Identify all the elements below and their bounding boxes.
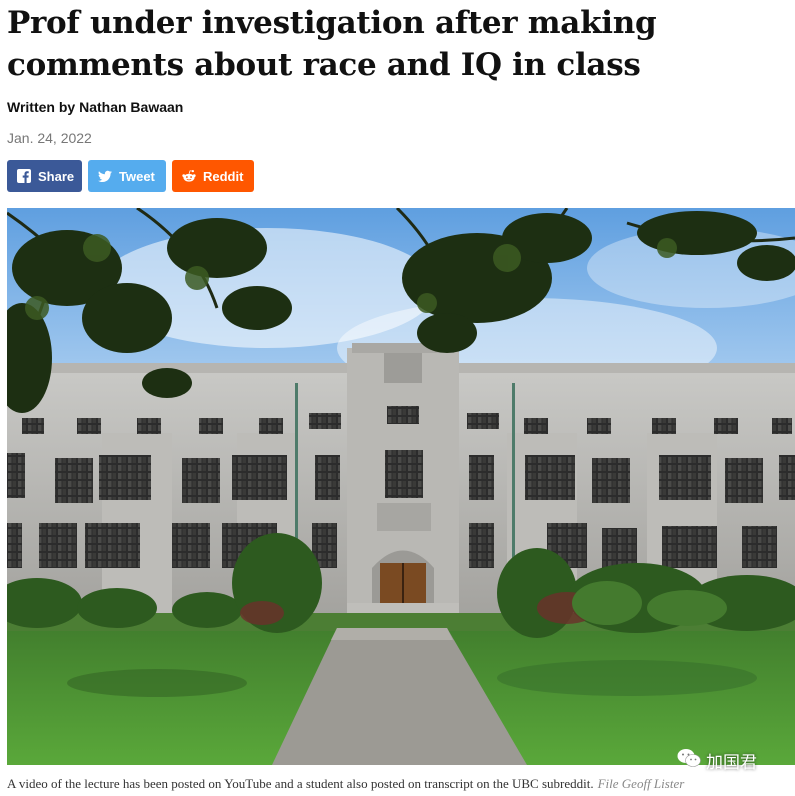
wechat-icon [677,748,701,773]
article-date: Jan. 24, 2022 [7,130,92,146]
share-buttons: Share Tweet Reddit [7,160,254,192]
article-byline[interactable]: Written by Nathan Bawaan [7,99,183,115]
photo-credit: File Geoff Lister [597,776,685,791]
twitter-icon [98,169,112,183]
facebook-icon [17,169,31,183]
article-headline: Prof under investigation after making co… [7,5,657,83]
reddit-label: Reddit [203,168,244,184]
tweet-label: Tweet [119,168,155,184]
article-photo [7,208,795,765]
caption-text: A video of the lecture has been posted o… [7,776,594,791]
twitter-tweet-button[interactable]: Tweet [88,160,166,192]
photo-caption: A video of the lecture has been posted o… [7,776,684,792]
reddit-icon [182,169,196,183]
watermark: 加国君 [677,748,757,773]
facebook-share-button[interactable]: Share [7,160,82,192]
watermark-text: 加国君 [706,753,757,773]
reddit-share-button[interactable]: Reddit [172,160,254,192]
share-label: Share [38,168,75,184]
